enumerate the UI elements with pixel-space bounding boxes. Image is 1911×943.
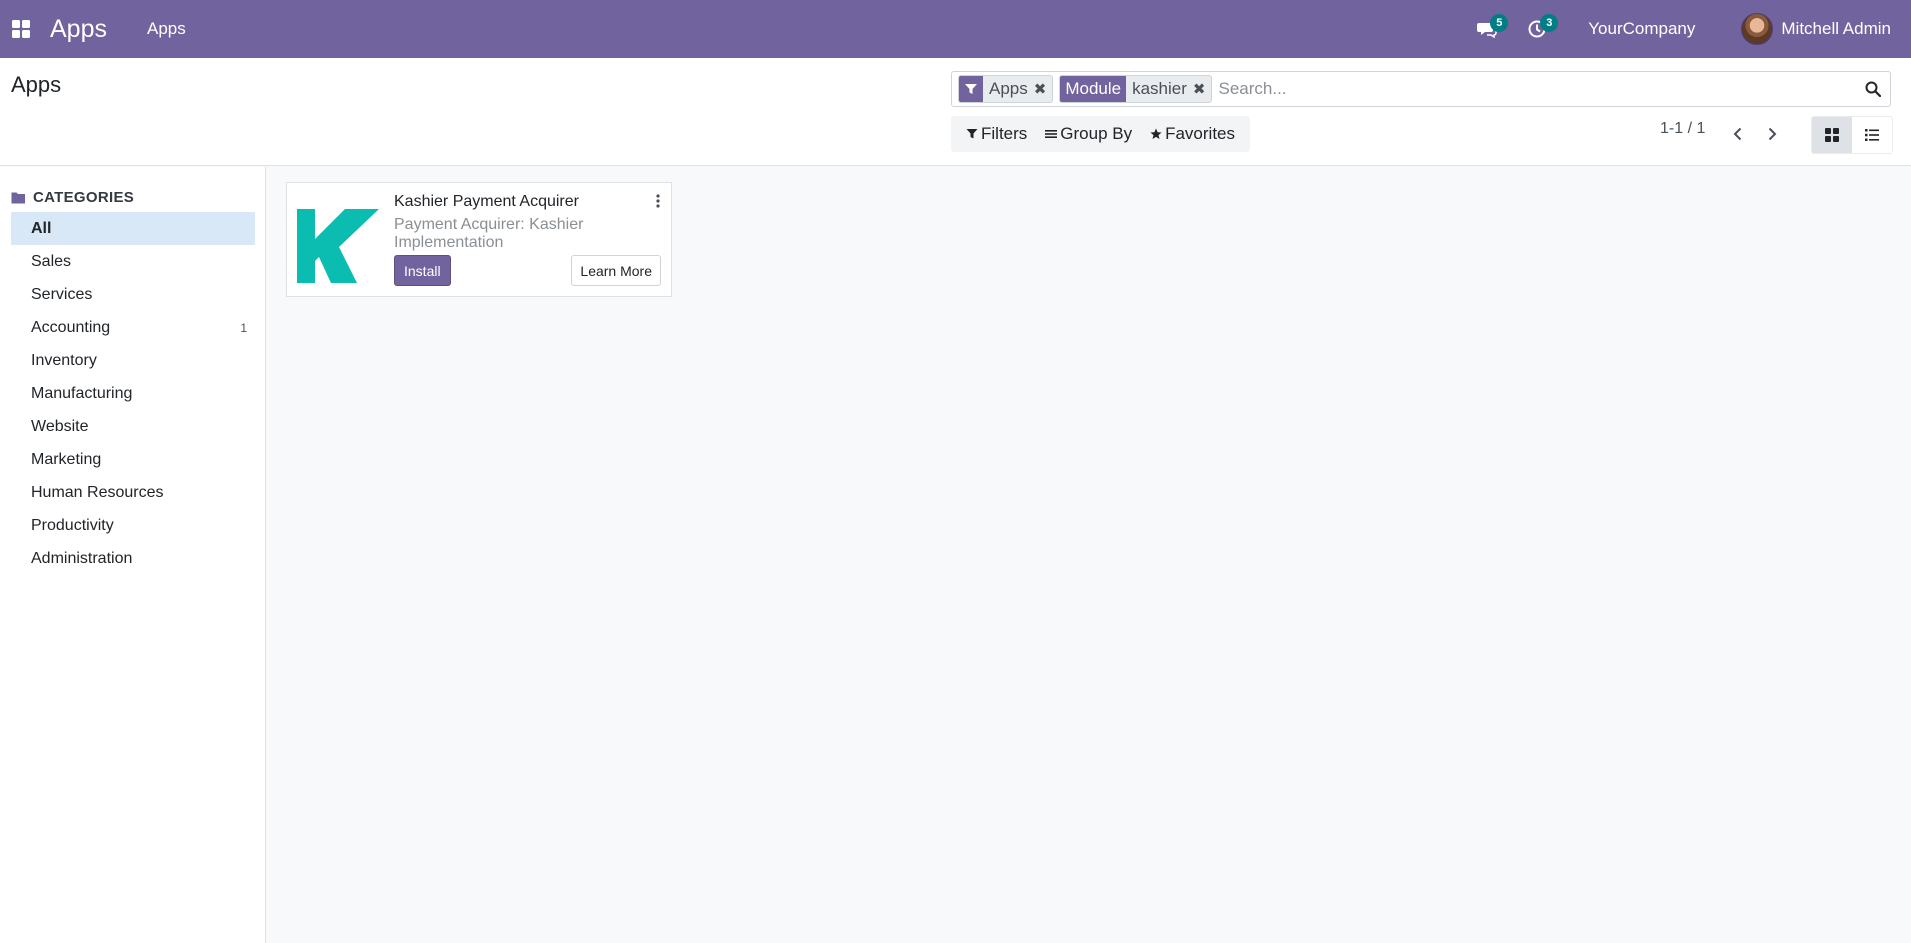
messages-count-badge: 5 xyxy=(1490,14,1509,32)
remove-facet-icon[interactable]: ✖ xyxy=(1034,76,1053,102)
category-item-sales[interactable]: Sales xyxy=(11,245,255,278)
navbar-systray: 5 3 YourCompany Mitchell Admin xyxy=(1462,0,1911,58)
user-menu[interactable]: Mitchell Admin xyxy=(1741,13,1891,45)
kanban-view: Kashier Payment Acquirer Payment Acquire… xyxy=(267,167,1911,943)
category-count: 1 xyxy=(240,320,247,335)
activities-button[interactable]: 3 xyxy=(1512,0,1562,58)
categories-sidebar: CATEGORIES All Sales Services Accounting… xyxy=(0,167,266,943)
list-icon xyxy=(1865,129,1879,141)
app-card-title: Kashier Payment Acquirer xyxy=(394,193,579,210)
category-label: Inventory xyxy=(31,351,97,369)
folder-icon xyxy=(11,192,25,204)
funnel-icon xyxy=(965,84,977,94)
chevron-left-icon xyxy=(1733,127,1742,141)
category-item-administration[interactable]: Administration xyxy=(11,542,255,575)
app-card-summary: Payment Acquirer: Kashier Implementation xyxy=(394,216,584,251)
filter-facet-label xyxy=(959,76,983,102)
search-options: Filters Group By Favorites xyxy=(951,116,1251,152)
category-item-all[interactable]: All xyxy=(11,212,255,245)
user-name: Mitchell Admin xyxy=(1781,19,1891,38)
funnel-icon xyxy=(966,129,978,139)
category-label: Administration xyxy=(31,549,133,567)
kanban-view-button[interactable] xyxy=(1812,117,1852,153)
chevron-right-icon xyxy=(1768,127,1777,141)
favorites-button[interactable]: Favorites xyxy=(1141,124,1244,144)
company-switcher[interactable]: YourCompany xyxy=(1588,19,1695,39)
view-switcher xyxy=(1811,116,1893,154)
page-title: Apps xyxy=(11,72,62,97)
install-button[interactable]: Install xyxy=(394,255,451,286)
search-facet-apps: Apps ✖ xyxy=(958,75,1054,103)
activities-count-badge: 3 xyxy=(1540,14,1559,32)
category-label: Services xyxy=(31,285,93,303)
category-item-accounting[interactable]: Accounting 1 xyxy=(11,311,255,344)
category-label: Website xyxy=(31,417,89,435)
star-icon xyxy=(1150,128,1162,139)
categories-header-label: CATEGORIES xyxy=(33,189,135,206)
categories-list: All Sales Services Accounting 1 Inventory… xyxy=(0,212,265,575)
ellipsis-vertical-icon xyxy=(656,194,660,208)
facet-value: kashier xyxy=(1132,79,1187,98)
category-label: Marketing xyxy=(31,450,102,468)
pager-value[interactable]: 1-1 / 1 xyxy=(1660,120,1705,138)
category-label: All xyxy=(31,219,52,237)
category-label: Accounting xyxy=(31,318,111,336)
list-view-button[interactable] xyxy=(1852,117,1892,153)
category-item-services[interactable]: Services xyxy=(11,278,255,311)
search-button[interactable] xyxy=(1856,72,1890,106)
search-icon xyxy=(1865,81,1881,97)
app-brand[interactable]: Apps xyxy=(50,15,107,44)
avatar xyxy=(1741,13,1774,45)
groupby-button[interactable]: Group By xyxy=(1036,124,1141,144)
bars-icon xyxy=(1045,130,1058,138)
category-item-manufacturing[interactable]: Manufacturing xyxy=(11,377,255,410)
search-input[interactable] xyxy=(1218,74,1856,104)
app-card-kashier[interactable]: Kashier Payment Acquirer Payment Acquire… xyxy=(286,182,672,297)
category-item-inventory[interactable]: Inventory xyxy=(11,344,255,377)
category-item-productivity[interactable]: Productivity xyxy=(11,509,255,542)
app-menu-icon[interactable] xyxy=(0,0,42,58)
search-facet-module: Module kashier ✖ xyxy=(1059,75,1213,103)
pager-previous-button[interactable] xyxy=(1721,116,1755,152)
groupby-label: Group By xyxy=(1060,124,1133,143)
filters-label: Filters xyxy=(981,124,1028,143)
search-bar: Apps ✖ Module kashier ✖ xyxy=(951,71,1891,107)
pager-next-button[interactable] xyxy=(1755,116,1789,152)
card-dropdown-toggle[interactable] xyxy=(651,191,665,211)
facet-label: Module xyxy=(1060,76,1127,102)
learn-more-button[interactable]: Learn More xyxy=(571,255,661,286)
kashier-logo-icon xyxy=(297,209,379,283)
filters-button[interactable]: Filters xyxy=(957,124,1036,144)
category-label: Human Resources xyxy=(31,483,164,501)
categories-header: CATEGORIES xyxy=(0,189,265,206)
favorites-label: Favorites xyxy=(1165,124,1236,143)
category-item-human-resources[interactable]: Human Resources xyxy=(11,476,255,509)
facet-value: Apps xyxy=(989,79,1028,98)
control-panel: Apps Apps ✖ Module kashier ✖ Filters Gro… xyxy=(0,58,1911,166)
nav-menu-apps[interactable]: Apps xyxy=(147,19,186,39)
remove-facet-icon[interactable]: ✖ xyxy=(1193,76,1212,102)
top-navbar: Apps Apps 5 3 YourCompany Mitchell Admin xyxy=(0,0,1911,58)
category-item-website[interactable]: Website xyxy=(11,410,255,443)
category-label: Manufacturing xyxy=(31,384,133,402)
messages-button[interactable]: 5 xyxy=(1462,0,1512,58)
category-item-marketing[interactable]: Marketing xyxy=(11,443,255,476)
category-label: Sales xyxy=(31,252,72,270)
category-label: Productivity xyxy=(31,516,114,534)
th-large-icon xyxy=(1825,128,1839,142)
